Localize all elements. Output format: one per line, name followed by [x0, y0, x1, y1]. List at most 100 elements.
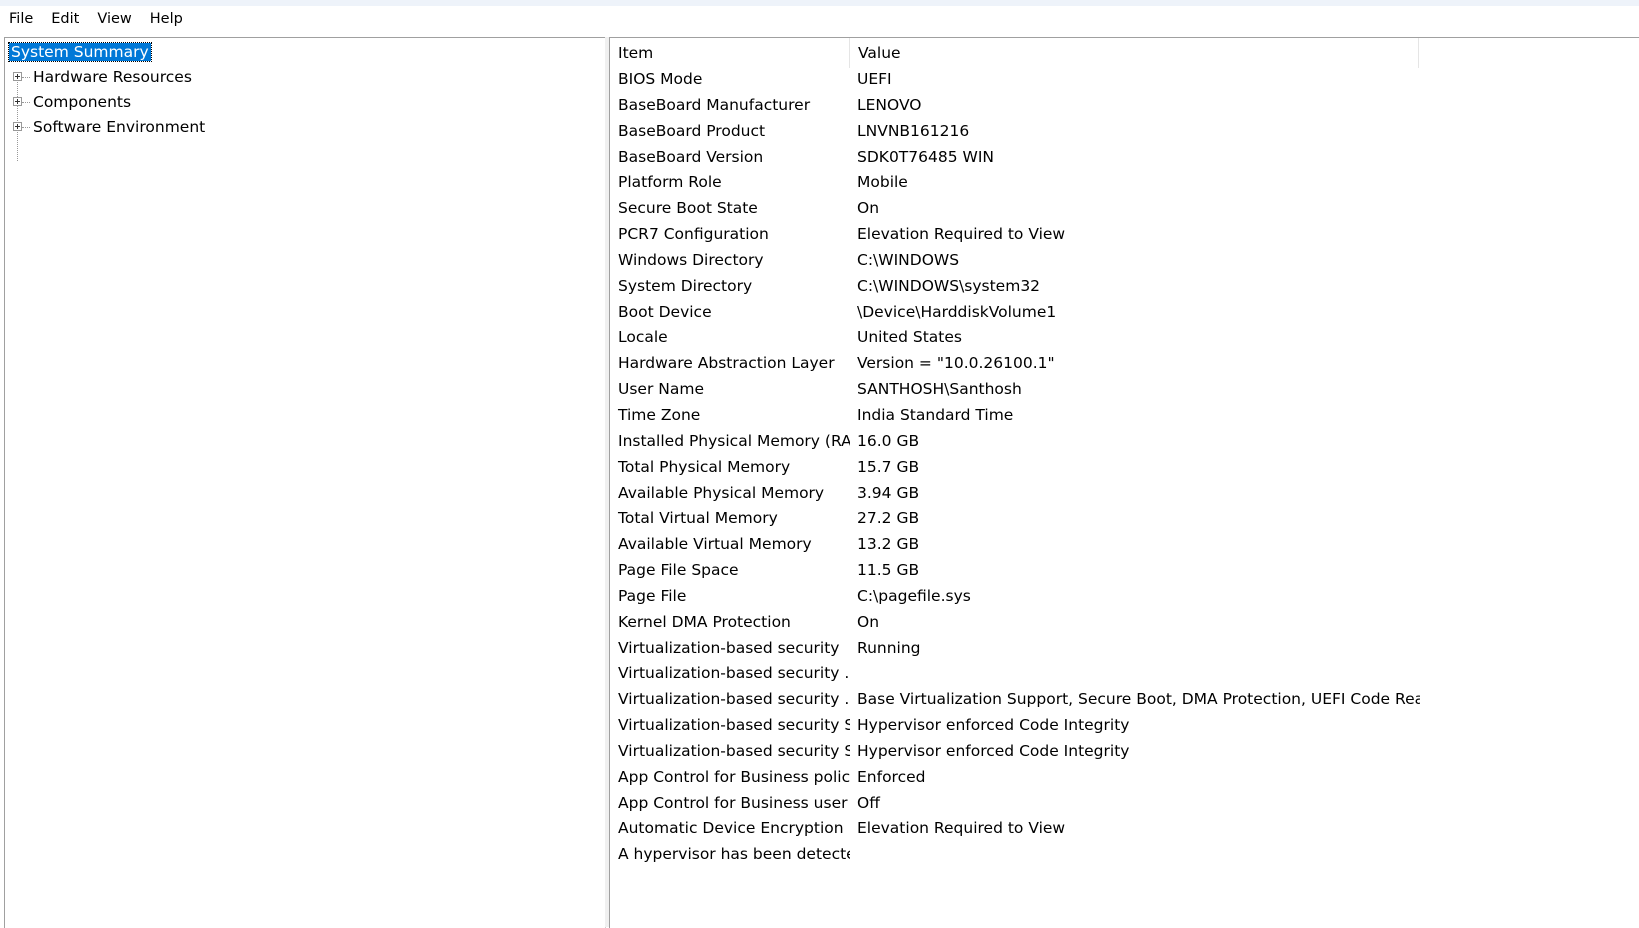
item-cell: PCR7 Configuration	[618, 225, 769, 244]
table-row[interactable]: Total Virtual Memory 27.2 GB	[610, 506, 1420, 532]
table-row[interactable]: Automatic Device Encryption ... Elevation…	[610, 816, 1420, 842]
item-cell: Secure Boot State	[618, 199, 758, 218]
expand-icon[interactable]	[13, 72, 22, 81]
table-row[interactable]: Available Virtual Memory 13.2 GB	[610, 532, 1420, 558]
table-row[interactable]: Secure Boot State On	[610, 196, 1420, 222]
table-row[interactable]: Locale United States	[610, 325, 1420, 351]
table-row[interactable]: Virtualization-based security ...	[610, 661, 1420, 687]
value-cell: Off	[857, 793, 880, 812]
tree-node-system-summary[interactable]: System Summary	[8, 40, 152, 64]
table-row[interactable]: A hypervisor has been detecte...	[610, 842, 1420, 868]
item-cell: A hypervisor has been detecte...	[618, 845, 850, 864]
table-row[interactable]: BaseBoard Version SDK0T76485 WIN	[610, 145, 1420, 171]
value-cell: Elevation Required to View	[857, 225, 1066, 244]
tree-node-label: Hardware Resources	[33, 68, 192, 86]
expand-icon[interactable]	[13, 97, 22, 106]
table-row[interactable]: Hardware Abstraction Layer Version = "10.…	[610, 351, 1420, 377]
value-cell: Elevation Required to View	[857, 819, 1066, 838]
table-row[interactable]: Available Physical Memory 3.94 GB	[610, 481, 1420, 507]
column-header-value[interactable]: Value	[850, 38, 1419, 68]
value-cell: On	[857, 612, 880, 631]
value-cell	[850, 842, 1420, 868]
tree-node-software-environment[interactable]: Software Environment	[9, 115, 309, 139]
value-cell: Hypervisor enforced Code Integrity	[857, 716, 1130, 735]
table-row[interactable]: Virtualization-based security ... Base Vi…	[610, 687, 1420, 713]
value-cell: LNVNB161216	[857, 121, 970, 140]
tree-node-label: Software Environment	[33, 118, 206, 136]
menu-edit[interactable]: Edit	[42, 6, 88, 32]
item-cell: Hardware Abstraction Layer	[618, 354, 835, 373]
item-cell: App Control for Business user ...	[618, 793, 850, 812]
category-tree[interactable]: System Summary Hardware Resources Compon…	[4, 37, 606, 928]
value-cell: 3.94 GB	[857, 483, 920, 502]
table-row[interactable]: Boot Device \Device\HarddiskVolume1	[610, 300, 1420, 326]
value-cell: Base Virtualization Support, Secure Boot…	[857, 690, 1420, 709]
expand-icon[interactable]	[13, 122, 22, 131]
value-cell: Enforced	[857, 767, 926, 786]
table-row[interactable]: System Directory C:\WINDOWS\system32	[610, 274, 1420, 300]
item-cell: BaseBoard Manufacturer	[618, 95, 811, 114]
item-cell: Automatic Device Encryption ...	[618, 819, 850, 838]
table-row[interactable]: User Name SANTHOSH\Santhosh	[610, 377, 1420, 403]
table-row[interactable]: BaseBoard Product LNVNB161216	[610, 119, 1420, 145]
item-cell: Virtualization-based security	[618, 638, 840, 657]
table-row[interactable]: PCR7 Configuration Elevation Required to …	[610, 222, 1420, 248]
table-row[interactable]: BaseBoard Manufacturer LENOVO	[610, 93, 1420, 119]
value-cell: United States	[857, 328, 962, 347]
table-row[interactable]: Virtualization-based security S... Hyperv…	[610, 713, 1420, 739]
tree-node-components[interactable]: Components	[9, 90, 309, 114]
item-cell: Virtualization-based security ...	[618, 664, 850, 683]
item-cell: Kernel DMA Protection	[618, 612, 791, 631]
tree-node-hardware-resources[interactable]: Hardware Resources	[9, 65, 309, 89]
table-row[interactable]: BIOS Mode UEFI	[610, 67, 1420, 93]
summary-list: Item Value BIOS Mode UEFI BaseBoard Manufa…	[609, 37, 1639, 928]
table-row[interactable]: Total Physical Memory 15.7 GB	[610, 455, 1420, 481]
item-cell: User Name	[618, 380, 704, 399]
value-cell: India Standard Time	[857, 405, 1014, 424]
value-cell: 16.0 GB	[857, 431, 920, 450]
table-row[interactable]: Virtualization-based security S... Hyperv…	[610, 739, 1420, 765]
menu-file[interactable]: File	[0, 6, 42, 32]
table-row[interactable]: App Control for Business policy Enforced	[610, 765, 1420, 791]
menu-view[interactable]: View	[88, 6, 140, 32]
menu-help[interactable]: Help	[141, 6, 192, 32]
tree-node-label: Components	[33, 93, 132, 111]
item-cell: Available Virtual Memory	[618, 535, 812, 554]
value-cell	[850, 661, 1420, 687]
table-row[interactable]: Page File C:\pagefile.sys	[610, 584, 1420, 610]
value-cell: C:\WINDOWS	[857, 250, 960, 269]
value-cell: SANTHOSH\Santhosh	[857, 380, 1022, 399]
item-cell: Virtualization-based security S...	[618, 741, 850, 760]
item-cell: Virtualization-based security ...	[618, 690, 850, 709]
item-cell: System Directory	[618, 276, 753, 295]
value-cell: On	[857, 199, 880, 218]
item-cell: Virtualization-based security S...	[618, 716, 850, 735]
value-cell: Mobile	[857, 173, 908, 192]
item-cell: Available Physical Memory	[618, 483, 825, 502]
value-cell: Version = "10.0.26100.1"	[857, 354, 1055, 373]
value-cell: 27.2 GB	[857, 509, 920, 528]
value-cell: LENOVO	[857, 95, 922, 114]
item-cell: BaseBoard Product	[618, 121, 766, 140]
value-cell: C:\pagefile.sys	[857, 586, 971, 605]
menu-bar: File Edit View Help	[0, 6, 1639, 32]
table-row[interactable]: Installed Physical Memory (RA... 16.0 GB	[610, 429, 1420, 455]
table-row[interactable]: Time Zone India Standard Time	[610, 403, 1420, 429]
table-row[interactable]: Kernel DMA Protection On	[610, 610, 1420, 636]
table-row[interactable]: Page File Space 11.5 GB	[610, 558, 1420, 584]
table-row[interactable]: Virtualization-based security Running	[610, 636, 1420, 662]
table-body: BIOS Mode UEFI BaseBoard Manufacturer LENOV…	[610, 67, 1420, 868]
table-row[interactable]: Platform Role Mobile	[610, 170, 1420, 196]
value-cell: Running	[857, 638, 921, 657]
column-header: Item Value	[610, 38, 1419, 68]
column-header-item[interactable]: Item	[610, 38, 850, 68]
item-cell: BIOS Mode	[618, 70, 703, 88]
table-row[interactable]: Windows Directory C:\WINDOWS	[610, 248, 1420, 274]
item-cell: Locale	[618, 328, 668, 347]
value-cell: 11.5 GB	[857, 561, 920, 580]
value-cell: C:\WINDOWS\system32	[857, 276, 1041, 295]
item-cell: Total Physical Memory	[618, 457, 791, 476]
table-row[interactable]: App Control for Business user ... Off	[610, 791, 1420, 817]
value-cell: UEFI	[857, 70, 892, 88]
item-cell: Windows Directory	[618, 250, 764, 269]
